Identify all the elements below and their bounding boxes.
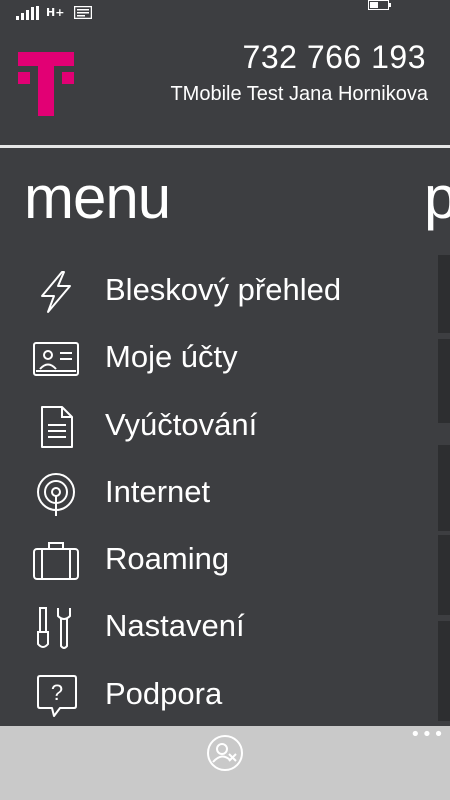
battery-icon: [368, 0, 391, 10]
menu-item-support[interactable]: ? Podpora: [0, 664, 430, 726]
menu-item-label: Vyúčtování: [105, 407, 258, 442]
pivot-title-menu[interactable]: menu: [24, 158, 171, 238]
status-bar: H+: [0, 0, 450, 26]
svg-text:?: ?: [51, 680, 63, 705]
document-icon: [41, 406, 73, 448]
menu-item-label: Podpora: [105, 676, 223, 711]
menu-item-label: Internet: [105, 474, 211, 509]
signal-strength-icon: [16, 6, 39, 20]
app-bar: •••: [0, 724, 450, 780]
bottom-strip: [0, 780, 450, 800]
account-header: 732 766 193 TMobile Test Jana Hornikova: [0, 26, 450, 146]
remove-account-icon[interactable]: [206, 734, 244, 772]
id-card-icon: [33, 342, 79, 376]
signal-broadcast-icon: [37, 473, 75, 516]
menu-item-label: Bleskový přehled: [105, 272, 342, 307]
telekom-logo: [18, 52, 74, 116]
lightning-icon: [41, 271, 71, 313]
help-bubble-icon: ?: [37, 675, 77, 717]
menu-item-label: Moje účty: [105, 339, 238, 374]
menu-item-my-accounts[interactable]: Moje účty: [0, 327, 430, 389]
menu-item-billing[interactable]: Vyúčtování: [0, 395, 430, 457]
menu-item-label: Nastavení: [105, 608, 245, 643]
pivot-title-next[interactable]: p: [424, 158, 450, 238]
phone-number: 732 766 193: [242, 39, 426, 75]
account-name: TMobile Test Jana Hornikova: [170, 83, 428, 105]
menu-item-quick-overview[interactable]: Bleskový přehled: [0, 260, 430, 322]
menu-item-label: Roaming: [105, 541, 230, 576]
menu-item-settings[interactable]: Nastavení: [0, 596, 430, 658]
message-icon: [74, 6, 92, 19]
network-type: H+: [46, 6, 65, 19]
more-button[interactable]: •••: [410, 724, 444, 745]
menu-item-internet[interactable]: Internet: [0, 462, 430, 524]
menu-item-roaming[interactable]: Roaming: [0, 529, 430, 591]
suitcase-icon: [33, 542, 79, 580]
header-divider: [0, 145, 450, 148]
tools-icon: [37, 607, 71, 649]
next-pivot-preview: [438, 255, 450, 725]
